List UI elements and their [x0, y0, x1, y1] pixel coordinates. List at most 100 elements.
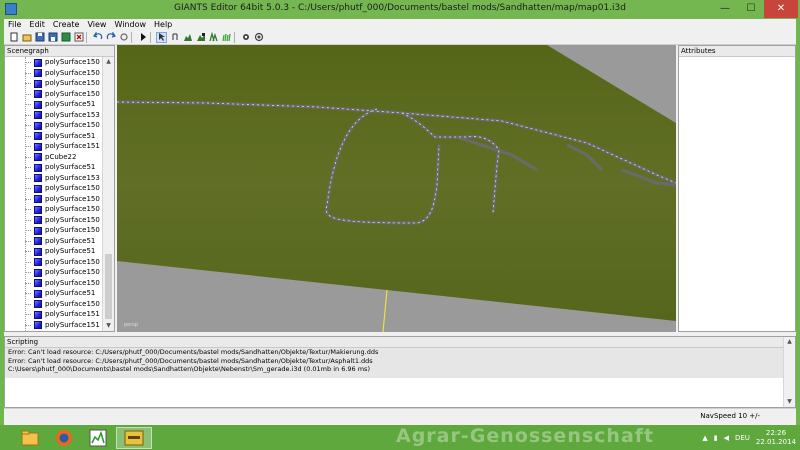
- save-icon[interactable]: [34, 32, 45, 43]
- scripting-log[interactable]: Error: Can't load resource: C:/Users/phu…: [5, 348, 783, 378]
- foliage-paint-icon[interactable]: [208, 32, 219, 43]
- scripting-scrollbar[interactable]: ▲ ▼: [783, 337, 795, 407]
- scenegraph-item[interactable]: polySurface150: [5, 183, 102, 194]
- select-icon[interactable]: [156, 31, 167, 43]
- scenegraph-item[interactable]: polySurface153: [5, 110, 102, 121]
- scenegraph-item-label: polySurface51: [45, 163, 96, 171]
- scenegraph-item[interactable]: polySurface150: [5, 204, 102, 215]
- log-line: C:\Users\phutf_000\Documents\bastel mods…: [8, 365, 370, 373]
- scroll-down-icon[interactable]: ▼: [784, 397, 795, 407]
- scenegraph-item[interactable]: polySurface51: [5, 162, 102, 173]
- scenegraph-item-label: polySurface153: [45, 173, 100, 182]
- scenegraph-item[interactable]: polySurface150: [5, 215, 102, 226]
- scenegraph-item[interactable]: polySurface150: [5, 278, 102, 289]
- firefox-icon[interactable]: [46, 427, 82, 449]
- menu-file[interactable]: File: [4, 19, 25, 30]
- terrain-render: [117, 45, 676, 332]
- tree-connector: [25, 251, 31, 252]
- scenegraph-item[interactable]: polySurface150: [5, 225, 102, 236]
- menu-edit[interactable]: Edit: [25, 19, 49, 30]
- scenegraph-item-label: polySurface150: [45, 299, 100, 308]
- undo-icon[interactable]: [92, 32, 103, 43]
- toolbar-separator: [86, 31, 90, 43]
- open-icon[interactable]: [21, 32, 32, 43]
- tree-connector: [25, 114, 31, 116]
- scenegraph-item[interactable]: polySurface151: [5, 141, 102, 152]
- close-button[interactable]: ✕: [764, 0, 798, 18]
- export-icon[interactable]: [60, 32, 71, 43]
- tree-connector: [25, 93, 31, 95]
- scrollbar-thumb[interactable]: [105, 254, 112, 319]
- cube-icon: [34, 184, 42, 193]
- scenegraph-item[interactable]: polySurface150: [5, 89, 102, 100]
- scenegraph-item[interactable]: polySurface51: [5, 236, 102, 247]
- tree-connector: [25, 272, 31, 273]
- 3d-viewport[interactable]: persp: [117, 45, 676, 332]
- play-icon[interactable]: [137, 32, 148, 43]
- delete-icon[interactable]: [73, 32, 84, 43]
- menu-view[interactable]: View: [83, 19, 110, 30]
- tree-connector: [25, 83, 31, 84]
- render-icon[interactable]: [253, 32, 264, 43]
- scenegraph-item-label: polySurface151: [45, 142, 100, 150]
- scenegraph-item-label: polySurface150: [45, 205, 100, 213]
- tree-connector: [25, 198, 31, 200]
- clock[interactable]: 22:26 22.01.2014: [756, 429, 796, 447]
- refresh-icon[interactable]: [118, 32, 129, 43]
- settings-icon[interactable]: [240, 32, 251, 43]
- menu-help[interactable]: Help: [150, 19, 176, 30]
- maximize-button[interactable]: ☐: [738, 0, 764, 18]
- scenegraph-item[interactable]: polySurface151: [5, 309, 102, 320]
- scenegraph-item-label: polySurface153: [45, 110, 100, 119]
- terrain-paint-icon[interactable]: [195, 32, 206, 43]
- language-indicator[interactable]: DEU: [735, 434, 750, 442]
- scenegraph-item[interactable]: pCube22: [5, 152, 102, 163]
- scenegraph-tree[interactable]: polySurface150 polySurface150 polySurface1…: [5, 57, 102, 331]
- scenegraph-item[interactable]: polySurface51: [5, 131, 102, 142]
- scroll-up-icon[interactable]: ▲: [103, 57, 114, 67]
- volume-icon[interactable]: ◀: [724, 434, 729, 442]
- clock-time: 22:26: [765, 428, 787, 437]
- scenegraph-item[interactable]: polySurface51: [5, 246, 102, 257]
- scenegraph-item[interactable]: polySurface51: [5, 288, 102, 299]
- scroll-down-icon[interactable]: ▼: [103, 321, 114, 331]
- move-icon[interactable]: [169, 32, 180, 43]
- cube-icon: [34, 247, 42, 256]
- task-manager-icon[interactable]: [80, 427, 116, 449]
- scenegraph-item[interactable]: polySurface150: [5, 68, 102, 79]
- scenegraph-item[interactable]: polySurface150: [5, 57, 102, 68]
- scenegraph-item[interactable]: polySurface150: [5, 267, 102, 278]
- scenegraph-item[interactable]: polySurface150: [5, 120, 102, 131]
- grass-icon[interactable]: [221, 32, 232, 43]
- scroll-up-icon[interactable]: ▲: [784, 337, 795, 347]
- scenegraph-item[interactable]: polySurface153: [5, 173, 102, 184]
- menu-window[interactable]: Window: [110, 19, 150, 30]
- minimize-button[interactable]: —: [712, 0, 738, 18]
- cube-icon: [34, 90, 42, 98]
- toolbar-separator: [150, 31, 154, 43]
- giants-editor-icon[interactable]: [116, 427, 152, 449]
- cube-icon: [34, 111, 42, 119]
- scenegraph-item[interactable]: polySurface151: [5, 320, 102, 331]
- terrain-sculpt-icon[interactable]: [182, 32, 193, 43]
- redo-icon[interactable]: [105, 32, 116, 43]
- tree-connector: [25, 293, 31, 294]
- scenegraph-item[interactable]: polySurface150: [5, 299, 102, 310]
- tree-connector: [25, 177, 31, 179]
- scenegraph-item[interactable]: polySurface150: [5, 78, 102, 89]
- scenegraph-item-label: polySurface150: [45, 194, 100, 203]
- cube-icon: [34, 226, 42, 235]
- scenegraph-item[interactable]: polySurface51: [5, 99, 102, 110]
- network-icon[interactable]: ▮: [714, 434, 718, 442]
- scenegraph-scrollbar[interactable]: ▲ ▼: [102, 57, 114, 331]
- import-icon[interactable]: [47, 32, 58, 43]
- tray-arrow-icon[interactable]: ▲: [702, 434, 707, 442]
- cube-icon: [34, 69, 42, 77]
- tree-connector: [25, 282, 31, 284]
- tree-connector: [25, 146, 31, 147]
- file-explorer-icon[interactable]: [12, 427, 48, 449]
- scenegraph-item[interactable]: polySurface150: [5, 194, 102, 205]
- scenegraph-item[interactable]: polySurface150: [5, 257, 102, 268]
- menu-create[interactable]: Create: [49, 19, 84, 30]
- new-icon[interactable]: [8, 32, 19, 43]
